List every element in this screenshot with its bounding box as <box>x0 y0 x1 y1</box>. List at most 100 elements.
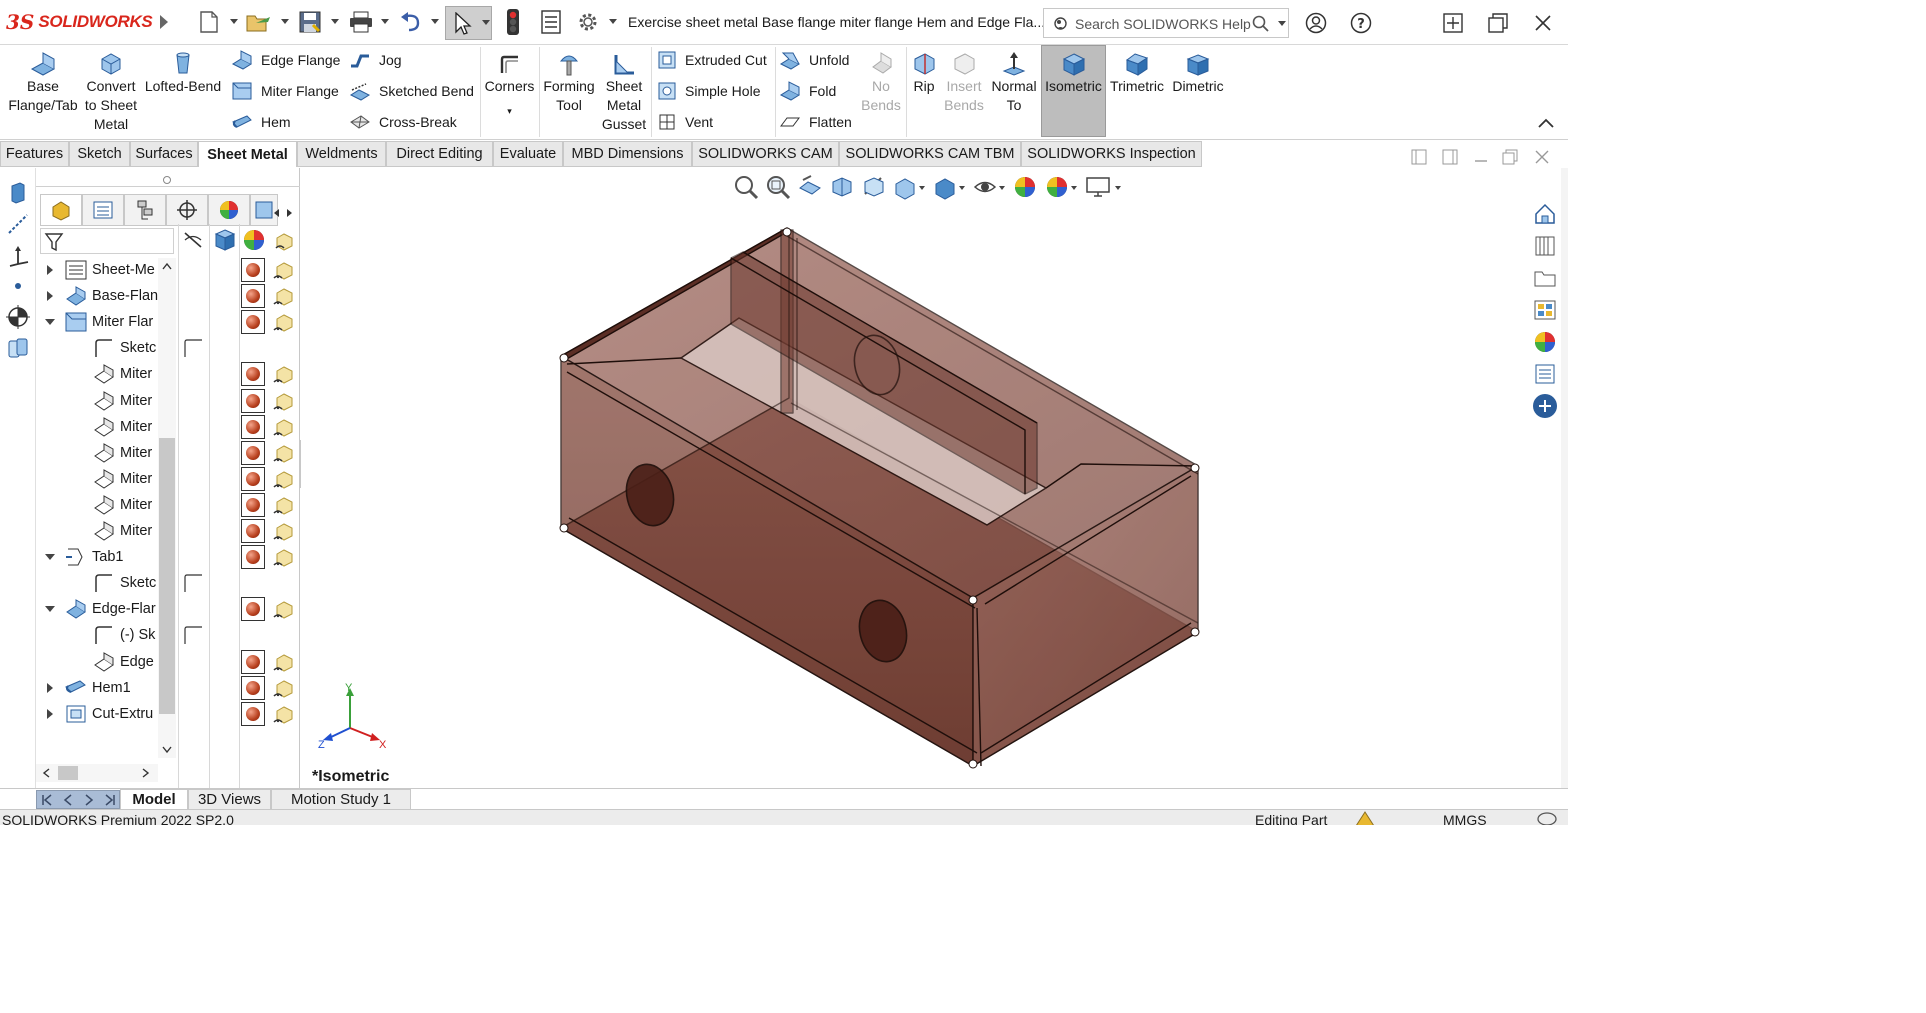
tab-solidworks-cam[interactable]: SOLIDWORKS CAM <box>692 141 839 167</box>
fold-button[interactable]: Fold <box>779 78 836 104</box>
tree-item[interactable]: Sheet-Me <box>36 257 176 283</box>
transparency-toggle-icon[interactable] <box>271 415 295 442</box>
transparency-toggle-icon[interactable] <box>271 676 295 703</box>
appearance-swatch[interactable] <box>241 284 265 309</box>
tree-item[interactable]: Miter <box>36 361 176 387</box>
appearance-swatch[interactable] <box>241 258 265 282</box>
tab-evaluate[interactable]: Evaluate <box>493 141 563 167</box>
open-dropdown-icon[interactable] <box>281 19 289 24</box>
design-library-icon[interactable] <box>1531 232 1559 260</box>
appearance-swatch[interactable] <box>241 440 265 465</box>
tree-item[interactable]: Base-Flan <box>36 283 176 309</box>
hem-button[interactable]: Hem <box>231 109 291 135</box>
appearance-column-icon[interactable] <box>242 228 266 252</box>
tree-vertical-scrollbar[interactable] <box>158 258 176 758</box>
sheet-metal-parameters-icon[interactable] <box>6 336 30 360</box>
featuremanager-tab-icon[interactable] <box>40 194 82 226</box>
trimetric-button[interactable]: Trimetric <box>1108 49 1166 96</box>
doc-close-icon[interactable] <box>1534 149 1550 165</box>
transparency-toggle-icon[interactable] <box>271 441 295 468</box>
doc-restore-icon[interactable] <box>1502 149 1518 165</box>
appearance-swatch[interactable] <box>241 362 265 387</box>
transparency-toggle-icon[interactable] <box>271 597 295 624</box>
undo-icon[interactable] <box>398 8 424 36</box>
new-document-icon[interactable] <box>196 8 222 36</box>
appearance-swatch[interactable] <box>241 492 265 517</box>
tabs-scroll-right-icon[interactable] <box>286 208 294 218</box>
unfold-button[interactable]: Unfold <box>779 47 849 73</box>
graphics-area[interactable]: Y X Z *Isometric <box>301 168 1531 788</box>
rebuild-status-icon[interactable] <box>1352 810 1378 825</box>
transparency-toggle-icon[interactable] <box>271 389 295 416</box>
panel-grip-icon[interactable] <box>162 175 172 185</box>
tree-item[interactable]: (-) Sk <box>36 622 176 648</box>
tree-item[interactable]: Miter <box>36 388 176 414</box>
tree-item[interactable]: Sketc <box>36 335 176 361</box>
filter-field[interactable] <box>40 228 174 254</box>
tab-sketch[interactable]: Sketch <box>69 141 130 167</box>
insert-bends-button[interactable]: Insert Bends <box>943 49 985 115</box>
expand-arrow-icon[interactable] <box>36 708 64 719</box>
file-explorer-icon[interactable] <box>1531 264 1559 292</box>
cross-break-button[interactable]: Cross-Break <box>349 109 457 135</box>
home-icon[interactable] <box>1531 200 1559 228</box>
rebuild-traffic-light-icon[interactable] <box>502 8 524 36</box>
center-of-mass-icon[interactable] <box>5 304 31 330</box>
transparency-column-icon[interactable] <box>272 228 296 252</box>
sketched-bend-button[interactable]: Sketched Bend <box>349 78 474 104</box>
miter-flange-button[interactable]: Miter Flange <box>231 78 339 104</box>
scroll-left-icon[interactable] <box>42 768 50 778</box>
appearance-swatch[interactable] <box>241 310 265 335</box>
undo-dropdown-icon[interactable] <box>431 19 439 24</box>
solidworks-logo[interactable]: 3S SOLIDWORKS <box>6 9 153 35</box>
tree-horizontal-scrollbar[interactable] <box>36 764 158 782</box>
collapse-ribbon-chevron-up-icon[interactable] <box>1538 117 1554 129</box>
tabs-scroll-left-icon[interactable] <box>272 208 280 218</box>
tab-direct-editing[interactable]: Direct Editing <box>386 141 493 167</box>
prev-tab-icon[interactable] <box>58 791 79 809</box>
appearance-swatch[interactable] <box>241 545 265 570</box>
configurationmanager-tab-icon[interactable] <box>124 194 166 226</box>
transparency-toggle-icon[interactable] <box>271 545 295 572</box>
tab-solidworks-inspection[interactable]: SOLIDWORKS Inspection <box>1021 141 1202 167</box>
hide-show-column-icon[interactable] <box>182 229 204 251</box>
options-dropdown-icon[interactable] <box>609 19 617 24</box>
tree-item[interactable]: Sketc <box>36 570 176 596</box>
search-help-input[interactable]: Search SOLIDWORKS Help <box>1043 8 1289 38</box>
save-icon[interactable] <box>297 8 323 36</box>
tree-item[interactable]: Hem1 <box>36 675 176 701</box>
last-tab-icon[interactable] <box>99 791 120 809</box>
solidworks-forum-icon[interactable] <box>1531 392 1559 420</box>
appearance-swatch[interactable] <box>241 675 265 700</box>
tree-item[interactable]: Edge <box>36 649 176 675</box>
simple-hole-button[interactable]: Simple Hole <box>657 78 760 104</box>
lofted-bend-button[interactable]: Lofted-Bend <box>143 49 223 96</box>
tab-motion-study[interactable]: Motion Study 1 <box>271 789 411 810</box>
tab-solidworks-cam-tbm[interactable]: SOLIDWORKS CAM TBM <box>839 141 1021 167</box>
tree-item[interactable]: Edge-Flar <box>36 596 176 622</box>
tab-navigation-arrows[interactable] <box>36 790 120 809</box>
tab-sheet-metal[interactable]: Sheet Metal <box>198 141 297 167</box>
select-tool-button[interactable] <box>445 6 492 40</box>
tree-item[interactable]: Miter <box>36 414 176 440</box>
sketch-state-icon[interactable] <box>182 572 204 597</box>
tile-right-icon[interactable] <box>1442 149 1458 165</box>
appearance-swatch[interactable] <box>241 519 265 543</box>
tree-item[interactable]: Miter <box>36 466 176 492</box>
edge-flange-button[interactable]: Edge Flange <box>231 47 340 73</box>
collapse-arrow-icon[interactable] <box>36 319 64 326</box>
appearance-swatch[interactable] <box>241 466 265 491</box>
search-icon[interactable] <box>1252 15 1270 33</box>
scroll-right-icon[interactable] <box>142 768 150 778</box>
tree-item[interactable]: Miter <box>36 518 176 544</box>
scroll-up-icon[interactable] <box>162 262 172 270</box>
transparency-toggle-icon[interactable] <box>271 284 295 311</box>
viewport-right-scroll[interactable] <box>1561 168 1568 788</box>
appearances-scenes-icon[interactable] <box>1531 328 1559 356</box>
collapse-arrow-icon[interactable] <box>36 554 64 561</box>
expand-arrow-icon[interactable] <box>36 265 64 275</box>
no-bends-button[interactable]: No Bends <box>858 49 904 115</box>
transparency-toggle-icon[interactable] <box>271 467 295 494</box>
collapse-arrow-icon[interactable] <box>36 606 64 613</box>
tree-item[interactable]: Tab1 <box>36 544 176 570</box>
